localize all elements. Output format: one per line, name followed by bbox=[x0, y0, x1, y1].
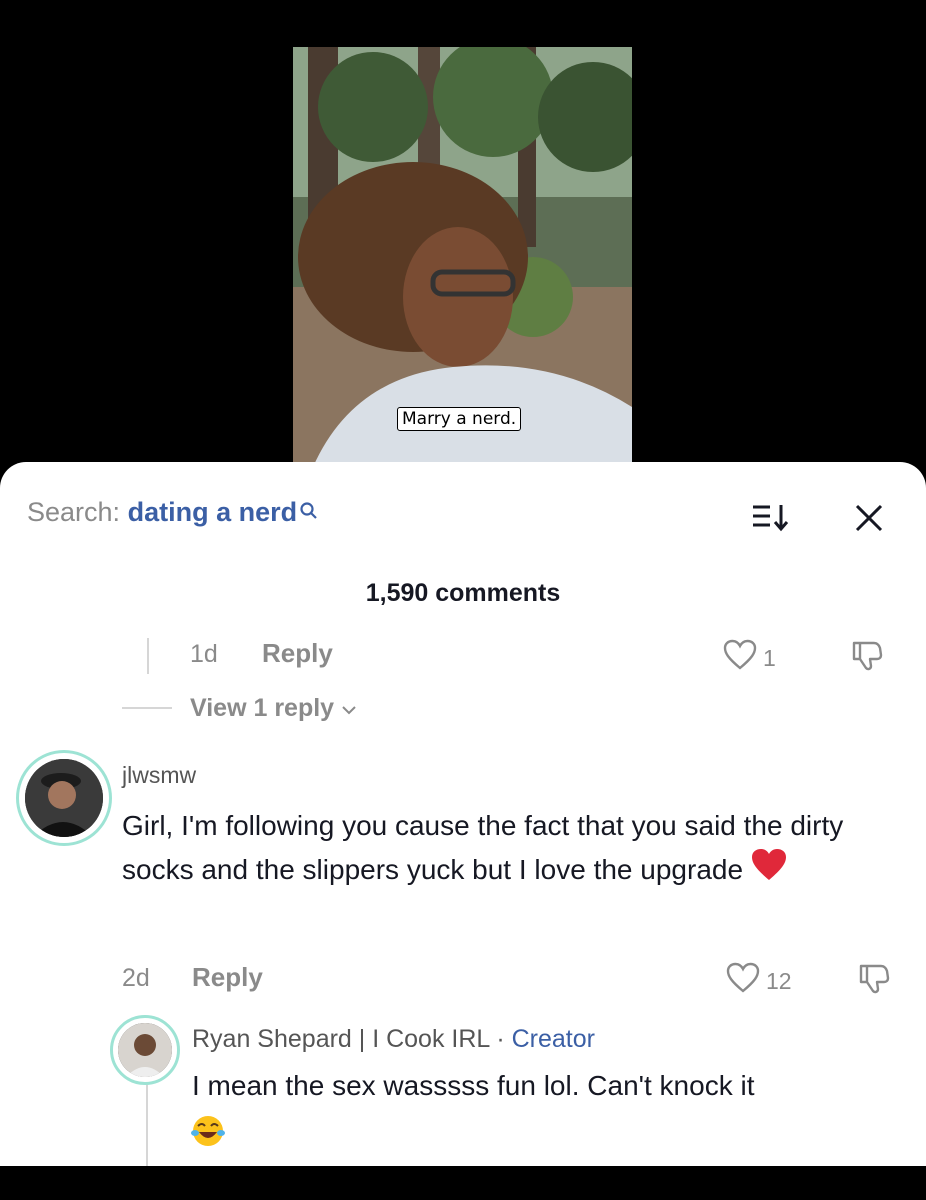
reply-username: Ryan Shepard | I Cook IRL bbox=[192, 1025, 490, 1053]
view-replies-line bbox=[122, 707, 172, 709]
close-icon[interactable] bbox=[853, 502, 885, 539]
comment-text-content: Girl, I'm following you cause the fact t… bbox=[122, 810, 844, 885]
red-heart-emoji bbox=[751, 848, 787, 895]
avatar[interactable] bbox=[25, 759, 103, 837]
chevron-down-icon bbox=[341, 694, 357, 722]
comment-username[interactable]: jlwsmw bbox=[122, 762, 196, 789]
search-query[interactable]: dating a nerd bbox=[128, 497, 298, 527]
thread-line bbox=[146, 1082, 148, 1166]
video-caption: Marry a nerd. bbox=[397, 407, 522, 431]
sort-icon[interactable] bbox=[750, 502, 790, 537]
comment-time: 2d bbox=[122, 964, 150, 992]
video-thumbnail[interactable] bbox=[293, 47, 632, 467]
tears-of-joy-emoji bbox=[190, 1114, 226, 1153]
separator-dot: · bbox=[489, 1025, 512, 1053]
bottom-bar bbox=[0, 1166, 926, 1200]
heart-icon bbox=[723, 639, 757, 677]
like-button[interactable]: 1 bbox=[723, 639, 776, 677]
reply-text-content: I mean the sex wasssss fun lol. Can't kn… bbox=[192, 1070, 755, 1101]
creator-avatar[interactable] bbox=[118, 1023, 172, 1077]
search-header[interactable]: Search: dating a nerd bbox=[27, 497, 319, 528]
like-count: 12 bbox=[766, 967, 792, 994]
video-scene bbox=[293, 47, 632, 467]
reply-button[interactable]: Reply bbox=[262, 638, 333, 669]
reply-author[interactable]: Ryan Shepard | I Cook IRL · Creator bbox=[192, 1025, 595, 1054]
dislike-icon[interactable] bbox=[857, 962, 891, 1001]
comment-text: Girl, I'm following you cause the fact t… bbox=[122, 804, 902, 895]
view-replies-label: View 1 reply bbox=[190, 694, 335, 722]
reply-button[interactable]: Reply bbox=[192, 962, 263, 993]
comment-count: 1,590 comments bbox=[365, 579, 561, 607]
reply-text: I mean the sex wasssss fun lol. Can't kn… bbox=[192, 1064, 912, 1108]
creator-badge: Creator bbox=[511, 1025, 595, 1053]
comments-sheet: Search: dating a nerd 1,590 comments 1d … bbox=[0, 462, 926, 1166]
comment-time: 1d bbox=[190, 640, 218, 668]
dislike-icon[interactable] bbox=[850, 639, 884, 678]
search-icon bbox=[299, 497, 319, 528]
like-button[interactable]: 12 bbox=[726, 962, 792, 1000]
thread-line bbox=[147, 638, 149, 674]
heart-icon bbox=[726, 962, 760, 1000]
search-label: Search: bbox=[27, 497, 121, 527]
view-replies-button[interactable]: View 1 reply bbox=[190, 694, 357, 723]
like-count: 1 bbox=[763, 644, 776, 671]
